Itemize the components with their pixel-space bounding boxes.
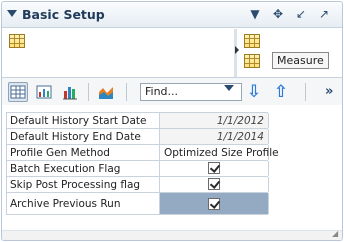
panel-title: Basic Setup <box>22 7 105 22</box>
table-row: Batch Execution Flag <box>7 161 269 177</box>
archive-previous-run-cell <box>160 193 269 214</box>
batch-execution-checkbox[interactable] <box>208 162 220 174</box>
panel-header: Basic Setup ▼ ✥ ↙ ↗ <box>2 2 342 28</box>
bar-chart-icon <box>63 87 77 100</box>
column-edge-grid-icon[interactable] <box>244 34 260 48</box>
archive-previous-run-checkbox[interactable] <box>208 198 220 210</box>
maximize-icon[interactable]: ↗ <box>316 6 332 22</box>
measure-grid-icon[interactable] <box>244 54 260 68</box>
batch-execution-cell <box>160 161 269 176</box>
skip-post-processing-checkbox[interactable] <box>208 178 220 190</box>
table-row: Skip Post Processing flag <box>7 177 269 193</box>
row-label-skip-post: Skip Post Processing flag <box>7 177 160 192</box>
horizontal-scrollbar[interactable]: ◢ <box>2 230 342 240</box>
row-label-archive-previous: Archive Previous Run <box>7 193 160 214</box>
dropdown-icon[interactable]: ▼ <box>247 6 263 22</box>
row-label-batch-execution: Batch Execution Flag <box>7 161 160 176</box>
basic-setup-panel: Basic Setup ▼ ✥ ↙ ↗ Measure Find... ⇩ ⇧ … <box>1 1 343 241</box>
profile-gen-method-field[interactable]: Optimized Size Profile <box>160 145 279 160</box>
find-previous-icon[interactable]: ⇧ <box>273 83 289 101</box>
collapse-icon[interactable] <box>7 10 17 17</box>
table-row: Default History End Date 1/1/2014 <box>7 129 269 145</box>
dock-arrow-icon[interactable] <box>235 46 239 54</box>
toolbar-divider <box>305 83 306 101</box>
row-label-profile-gen: Profile Gen Method <box>7 145 160 160</box>
bar-chart-button[interactable] <box>60 82 80 102</box>
find-dropdown-icon[interactable] <box>224 85 234 91</box>
row-label-history-end: Default History End Date <box>7 129 160 144</box>
find-next-icon[interactable]: ⇩ <box>246 83 262 101</box>
area-chart-icon <box>99 87 113 99</box>
measure-tooltip: Measure <box>272 52 329 69</box>
history-start-date-field[interactable]: 1/1/2012 <box>160 113 269 128</box>
pivot-area: Measure <box>2 29 342 77</box>
row-edge-grid-icon[interactable] <box>9 34 25 48</box>
grid-view-button[interactable] <box>8 82 28 102</box>
chart-table-icon <box>36 85 52 99</box>
toolbar: Find... ⇩ ⇧ » <box>2 77 342 105</box>
minimize-icon[interactable]: ↙ <box>293 6 309 22</box>
toolbar-divider <box>88 83 89 101</box>
chart-table-button[interactable] <box>34 82 54 102</box>
toolbar-divider <box>126 83 127 101</box>
move-icon[interactable]: ✥ <box>270 6 286 22</box>
resize-grip-icon[interactable]: ◢ <box>332 230 340 238</box>
table-row: Default History Start Date 1/1/2012 <box>7 113 269 129</box>
grid-view-icon <box>10 85 26 99</box>
table-row: Archive Previous Run <box>7 193 269 215</box>
parameters-table: Default History Start Date 1/1/2012 Defa… <box>6 112 279 215</box>
area-chart-button[interactable] <box>96 82 116 102</box>
table-row: Profile Gen Method Optimized Size Profil… <box>7 145 279 161</box>
overflow-icon[interactable]: » <box>325 83 337 101</box>
row-label-history-start: Default History Start Date <box>7 113 160 128</box>
skip-post-processing-cell <box>160 177 269 192</box>
history-end-date-field[interactable]: 1/1/2014 <box>160 129 269 144</box>
